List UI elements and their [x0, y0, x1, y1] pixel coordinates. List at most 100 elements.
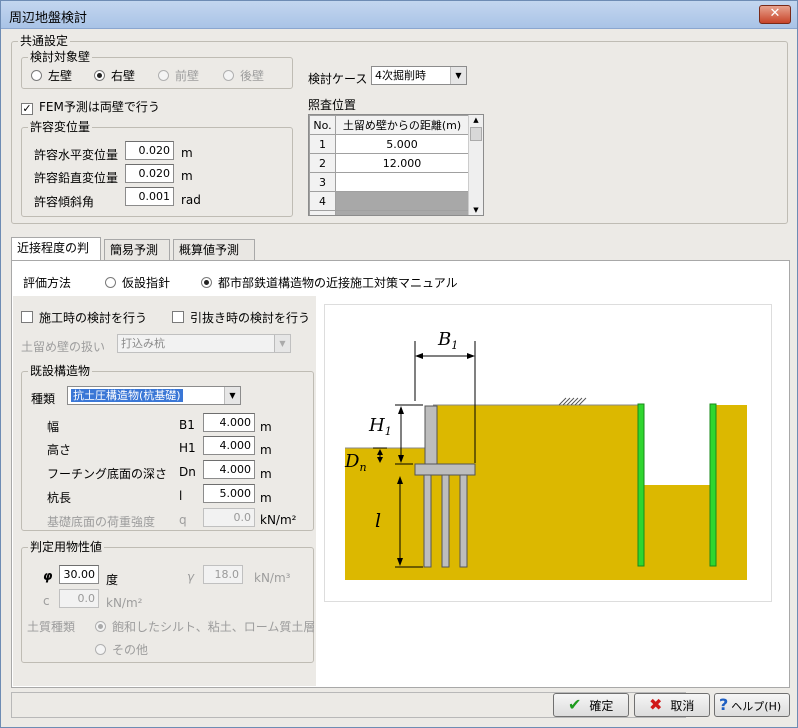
help-button[interactable]: ? ヘルプ(H) — [714, 693, 790, 717]
pile — [423, 474, 432, 568]
table-row[interactable]: 5 — [309, 210, 469, 215]
cancel-button[interactable]: ✖ 取消 — [634, 693, 710, 717]
row-distance[interactable] — [335, 172, 469, 192]
position-table: No.土留め壁からの距離(m) 15.000 212.000 3 4 5 — [309, 115, 469, 215]
help-icon: ? — [719, 695, 729, 714]
construction-label: 施工時の検討を行う — [39, 311, 148, 325]
load-symbol: q — [179, 513, 187, 527]
radio-label: 後壁 — [240, 69, 265, 83]
gamma-unit: kN/m³ — [254, 571, 291, 585]
chevron-down-icon: ▼ — [224, 387, 240, 404]
height-label: 高さ — [47, 443, 72, 457]
radio-icon — [223, 70, 234, 81]
height-symbol: H1 — [179, 441, 196, 455]
check-icon: ✔ — [568, 695, 582, 714]
soil-shape — [345, 405, 747, 580]
hatch-icon — [558, 397, 587, 406]
radio-soil-saturated[interactable]: 飽和したシルト、粘土、ローム質土層 — [95, 618, 315, 635]
pile-length-input[interactable]: 5.000 — [203, 484, 255, 503]
load-unit: kN/m² — [260, 513, 297, 527]
close-button[interactable]: ✕ — [759, 5, 791, 24]
retaining-wall-diagram: B1 H1 Dn l — [344, 329, 747, 580]
radio-front-wall[interactable]: 前壁 — [158, 67, 199, 84]
radio-method-manual[interactable]: 都市部鉄道構造物の近接施工対策マニュアル — [201, 274, 458, 291]
row-distance[interactable]: 5.000 — [335, 134, 469, 154]
radio-label: 前壁 — [175, 69, 200, 83]
dialog-window: 周辺地盤検討 ✕ 共通設定 検討対象壁 左壁 右壁 前壁 後壁 ✓ FEM予測は両… — [0, 0, 798, 728]
load-input[interactable]: 0.0 — [203, 508, 255, 527]
table-row[interactable]: 2 12.000 — [309, 153, 469, 173]
table-scrollbar[interactable]: ▲ ▼ — [468, 115, 483, 215]
ok-label: 確定 — [589, 699, 614, 713]
scroll-thumb[interactable] — [470, 127, 482, 141]
eval-method-label: 評価方法 — [23, 276, 72, 290]
width-label: 幅 — [47, 420, 60, 434]
position-table-frame: No.土留め壁からの距離(m) 15.000 212.000 3 4 5 ▲ ▼ — [308, 114, 484, 216]
sheet-wall-right — [709, 403, 717, 567]
props-legend: 判定用物性値 — [28, 540, 105, 554]
common-settings-legend: 共通設定 — [18, 34, 71, 48]
allow-h-input[interactable]: 0.020 — [125, 141, 174, 160]
window-title: 周辺地盤検討 — [9, 11, 88, 26]
height-input[interactable]: 4.000 — [203, 436, 255, 455]
case-label: 検討ケース — [308, 72, 368, 86]
footing — [414, 463, 476, 476]
allow-tilt-input[interactable]: 0.001 — [125, 187, 174, 206]
row-no: 3 — [309, 172, 336, 192]
allow-h-unit: m — [181, 146, 193, 160]
soil-type-label: 土質種類 — [27, 620, 76, 634]
fem-checkbox[interactable]: ✓ FEM予測は両壁で行う — [21, 98, 160, 115]
type-label: 種類 — [31, 392, 56, 406]
construction-checkbox[interactable]: 施工時の検討を行う — [21, 309, 147, 326]
allow-v-input[interactable]: 0.020 — [125, 164, 174, 183]
gamma-label: γ — [187, 570, 195, 584]
label-b1: B1 — [437, 329, 458, 352]
radio-icon — [95, 621, 106, 632]
c-label: c — [43, 594, 50, 608]
tab-simple[interactable]: 簡易予測法 — [104, 239, 170, 277]
diagram-area: B1 H1 Dn l — [324, 304, 772, 602]
case-select[interactable]: 4次掘削時 ▼ — [371, 66, 467, 85]
footing-depth-input[interactable]: 4.000 — [203, 460, 255, 479]
phi-input[interactable]: 30.00 — [59, 565, 99, 584]
table-row[interactable]: 4 — [309, 191, 469, 211]
c-input[interactable]: 0.0 — [59, 589, 99, 608]
row-distance[interactable]: 12.000 — [335, 153, 469, 173]
fem-label: FEM予測は両壁で行う — [39, 100, 160, 114]
radio-back-wall[interactable]: 後壁 — [223, 67, 264, 84]
ok-button[interactable]: ✔ 確定 — [553, 693, 629, 717]
table-row[interactable]: 3 — [309, 172, 469, 192]
radio-label: 右壁 — [111, 69, 136, 83]
scroll-down-icon[interactable]: ▼ — [469, 205, 483, 215]
title-bar: 周辺地盤検討 ✕ — [1, 1, 797, 29]
col-no: No. — [309, 115, 336, 135]
pile-length-label: 杭長 — [47, 491, 72, 505]
retain-select[interactable]: 打込み杭 ▼ — [117, 334, 291, 353]
tab-estimate[interactable]: 概算値予測法 — [173, 239, 255, 277]
pile-length-symbol: l — [179, 489, 183, 503]
load-label: 基礎底面の荷重強度 — [47, 515, 156, 529]
allow-tilt-label: 許容傾斜角 — [34, 195, 95, 209]
help-label: ヘルプ(H) — [731, 700, 782, 713]
allow-tilt-unit: rad — [181, 193, 201, 207]
width-input[interactable]: 4.000 — [203, 413, 255, 432]
scroll-up-icon[interactable]: ▲ — [469, 115, 483, 125]
radio-method-temp[interactable]: 仮設指針 — [105, 274, 170, 291]
radio-icon — [31, 70, 42, 81]
radio-soil-other[interactable]: その他 — [95, 641, 148, 658]
row-distance[interactable] — [335, 191, 469, 211]
phi-unit: 度 — [106, 573, 119, 587]
radio-right-wall[interactable]: 右壁 — [94, 67, 135, 84]
row-no: 5 — [309, 210, 336, 215]
c-unit: kN/m² — [106, 596, 143, 610]
radio-left-wall[interactable]: 左壁 — [31, 67, 72, 84]
tab-proximity[interactable]: 近接程度の判定 — [11, 237, 101, 275]
label-l: l — [375, 510, 381, 532]
radio-icon — [94, 70, 105, 81]
table-row[interactable]: 1 5.000 — [309, 134, 469, 154]
row-distance[interactable] — [335, 210, 469, 215]
type-select[interactable]: 抗土圧構造物(杭基礎) ▼ — [67, 386, 241, 405]
gamma-input[interactable]: 18.0 — [203, 565, 243, 584]
radio-icon — [158, 70, 169, 81]
pullout-checkbox[interactable]: 引抜き時の検討を行う — [172, 309, 310, 326]
